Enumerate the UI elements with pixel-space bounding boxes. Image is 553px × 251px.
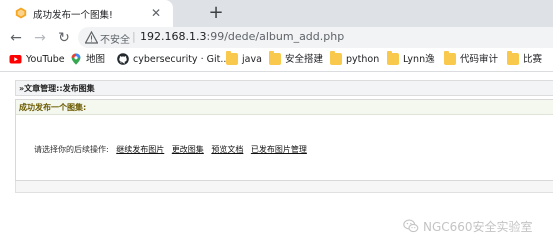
url-host: 192.168.1.3: [140, 30, 207, 43]
wechat-icon: [403, 219, 419, 233]
maps-pin-icon: [71, 53, 81, 65]
follow-up-actions: 请选择你的后续操作: 继续发布图片 更改图集 预览文档 已发布图片管理: [34, 144, 307, 155]
url-path: :99/dede/album_add.php: [206, 30, 345, 43]
new-tab-button[interactable]: +: [205, 2, 227, 24]
bookmarks-bar: YouTube 地图 cybersecurity · Git... java 安…: [0, 48, 553, 72]
address-bar[interactable]: 不安全 | 192.168.1.3:99/dede/album_add.php: [78, 27, 553, 48]
folder-icon: [330, 50, 342, 65]
panel-title: 成功发布一个图集:: [19, 103, 87, 112]
bookmark-label: YouTube: [26, 54, 65, 65]
bookmark-label: 地图: [86, 54, 106, 65]
bookmark-folder-code-audit[interactable]: 代码审计: [444, 50, 499, 67]
folder-icon: [444, 50, 456, 65]
folder-icon: [507, 50, 519, 65]
browser-toolbar: ← → ↻ 不安全 | 192.168.1.3:99/dede/album_ad…: [0, 27, 553, 48]
bookmark-label: python: [346, 54, 380, 65]
folder-icon: [226, 50, 238, 65]
bookmark-folder-competitions[interactable]: 比赛: [507, 50, 543, 67]
bookmark-github[interactable]: cybersecurity · Git...: [117, 52, 230, 67]
bookmark-youtube[interactable]: YouTube: [9, 53, 65, 67]
tab-close-icon[interactable]: ✕: [147, 4, 165, 22]
preview-document-link[interactable]: 预览文档: [211, 145, 243, 154]
bookmark-label: 代码审计: [460, 54, 499, 65]
url-text[interactable]: 192.168.1.3:99/dede/album_add.php: [140, 30, 344, 43]
browser-tab[interactable]: 成功发布一个图集! ✕: [0, 0, 173, 27]
bookmark-label: 比赛: [523, 54, 543, 65]
back-button[interactable]: ←: [6, 28, 26, 48]
panel-header: 成功发布一个图集:: [16, 100, 553, 115]
bookmark-folder-java[interactable]: java: [226, 50, 262, 67]
url-separator: |: [132, 30, 136, 43]
bookmark-folder-security-setup[interactable]: 安全搭建: [269, 50, 324, 67]
warning-triangle-icon[interactable]: [85, 31, 98, 44]
youtube-icon: [9, 54, 22, 63]
tab-strip: 成功发布一个图集! ✕ +: [0, 0, 553, 27]
forward-button[interactable]: →: [30, 28, 50, 48]
action-prompt: 请选择你的后续操作:: [34, 145, 109, 154]
continue-publish-link[interactable]: 继续发布图片: [116, 145, 164, 154]
bookmark-label: java: [242, 54, 262, 65]
bookmark-folder-python[interactable]: python: [330, 50, 380, 67]
result-panel: 成功发布一个图集: 请选择你的后续操作: 继续发布图片 更改图集 预览文档 已发…: [15, 99, 553, 181]
github-icon: [117, 52, 129, 65]
folder-icon: [387, 50, 399, 65]
tab-title: 成功发布一个图集!: [33, 10, 113, 21]
reload-button[interactable]: ↻: [54, 28, 74, 48]
bookmark-label: Lynn逸: [403, 54, 435, 65]
watermark-text: NGC660安全实验室: [423, 220, 533, 234]
manage-published-link[interactable]: 已发布图片管理: [251, 145, 307, 154]
edit-album-link[interactable]: 更改图集: [172, 145, 204, 154]
security-label[interactable]: 不安全: [100, 31, 130, 46]
panel-footer: [15, 181, 553, 193]
breadcrumb-bar: »文章管理::发布图集: [15, 80, 553, 96]
bookmark-maps[interactable]: 地图: [70, 53, 105, 67]
folder-icon: [269, 50, 281, 65]
bookmark-folder-lynn[interactable]: Lynn逸: [387, 50, 435, 67]
bookmark-label: 安全搭建: [285, 54, 324, 65]
breadcrumb: »文章管理::发布图集: [19, 84, 95, 93]
dedecms-favicon-icon: [15, 7, 27, 19]
bookmark-label: cybersecurity · Git...: [133, 54, 230, 65]
